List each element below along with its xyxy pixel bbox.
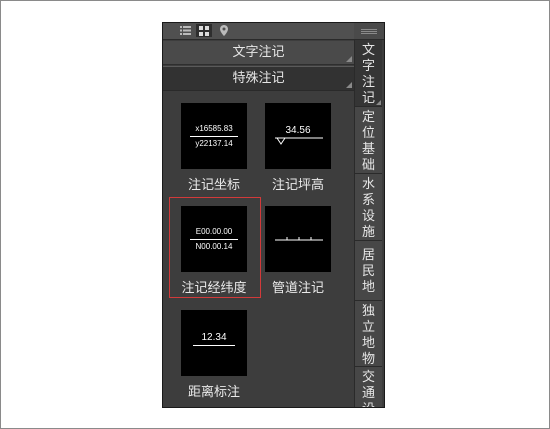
thumb-y-text: y22137.14 bbox=[195, 139, 233, 148]
expand-corner-icon bbox=[346, 82, 352, 88]
coordinates-thumbnail: x16585.83 y22137.14 bbox=[181, 103, 247, 169]
expand-corner-icon bbox=[376, 100, 381, 105]
item-label: 距离标注 bbox=[187, 385, 240, 400]
tab-char: 立 bbox=[361, 320, 375, 335]
thumb-elevation-value: 34.56 bbox=[285, 125, 311, 136]
tab-char: 定 bbox=[361, 110, 375, 125]
item-label: 管道注记 bbox=[271, 281, 324, 296]
tab-char: 独 bbox=[361, 304, 375, 319]
tab-positioning-basis[interactable]: 定 位 基 础 bbox=[354, 107, 382, 174]
tab-char: 民 bbox=[361, 264, 375, 279]
category-text-notes-label: 文字注记 bbox=[232, 45, 285, 60]
elevation-thumbnail: 34.56 bbox=[265, 103, 331, 169]
annotation-panel: 文字注记 特殊注记 x16585.83 y22137.14 注记坐标 34.56… bbox=[162, 22, 385, 408]
thumb-distance-value: 12.34 bbox=[201, 332, 227, 343]
grid-view-icon[interactable] bbox=[196, 24, 212, 37]
thumb-longitude-text: E00.00.00 bbox=[195, 227, 233, 236]
tab-char: 文 bbox=[361, 43, 375, 58]
location-pin-icon[interactable] bbox=[216, 24, 232, 37]
category-special-notes-header[interactable]: 特殊注记 bbox=[163, 66, 354, 91]
pipeline-thumbnail bbox=[265, 206, 331, 272]
thumb-latitude-text: N00.00.14 bbox=[195, 242, 233, 251]
item-annotate-coordinates[interactable]: x16585.83 y22137.14 注记坐标 bbox=[176, 103, 252, 193]
category-text-notes-header[interactable]: 文字注记 bbox=[163, 41, 354, 65]
tab-char: 施 bbox=[361, 225, 375, 240]
tab-char: 基 bbox=[361, 142, 375, 157]
item-label: 注记坪高 bbox=[271, 178, 324, 193]
tab-char: 注 bbox=[361, 75, 375, 90]
tab-char: 础 bbox=[361, 158, 375, 173]
panel-grip-handle[interactable] bbox=[354, 23, 384, 40]
view-toolbar bbox=[163, 23, 354, 40]
tab-char: 物 bbox=[361, 352, 375, 367]
tab-char: 地 bbox=[361, 336, 375, 351]
pipeline-line-icon bbox=[275, 237, 323, 241]
tab-char: 设 bbox=[355, 402, 382, 407]
expand-corner-icon bbox=[346, 56, 352, 62]
tab-char: 交 bbox=[361, 370, 375, 385]
tab-char: 设 bbox=[361, 209, 375, 224]
tab-char: 系 bbox=[361, 193, 375, 208]
item-annotate-lat-long[interactable]: E00.00.00 N00.00.14 注记经纬度 bbox=[176, 206, 252, 296]
list-view-icon[interactable] bbox=[177, 24, 193, 37]
tab-water-facilities[interactable]: 水 系 设 施 bbox=[354, 174, 382, 241]
category-side-tabs: 文 字 注 记 定 位 基 础 水 系 设 施 居 民 地 独 立 地 物 交 … bbox=[354, 40, 384, 407]
tab-char: 字 bbox=[361, 59, 375, 74]
tab-transportation[interactable]: 交 通 设 bbox=[354, 367, 382, 407]
item-label: 注记经纬度 bbox=[181, 281, 247, 296]
thumb-divider-line bbox=[190, 239, 238, 240]
item-label: 注记坐标 bbox=[187, 178, 240, 193]
thumb-distance-line bbox=[193, 345, 235, 346]
item-pipeline-note[interactable]: 管道注记 bbox=[260, 206, 336, 296]
tab-residential[interactable]: 居 民 地 bbox=[354, 241, 382, 301]
tab-independent-features[interactable]: 独 立 地 物 bbox=[354, 301, 382, 367]
tab-text-notes[interactable]: 文 字 注 记 bbox=[354, 40, 382, 107]
thumb-divider-line bbox=[190, 136, 238, 137]
thumb-x-text: x16585.83 bbox=[195, 124, 233, 133]
elevation-marker-icon bbox=[275, 137, 323, 145]
category-special-notes-label: 特殊注记 bbox=[232, 71, 285, 86]
distance-thumbnail: 12.34 bbox=[181, 310, 247, 376]
item-annotate-elevation[interactable]: 34.56 注记坪高 bbox=[260, 103, 336, 193]
lat-long-thumbnail: E00.00.00 N00.00.14 bbox=[181, 206, 247, 272]
tab-char: 位 bbox=[361, 126, 375, 141]
item-distance-annotation[interactable]: 12.34 距离标注 bbox=[176, 310, 252, 400]
tab-char: 居 bbox=[361, 248, 375, 263]
tab-char: 水 bbox=[361, 177, 375, 192]
tab-char: 地 bbox=[361, 280, 375, 295]
tab-char: 通 bbox=[361, 386, 375, 401]
